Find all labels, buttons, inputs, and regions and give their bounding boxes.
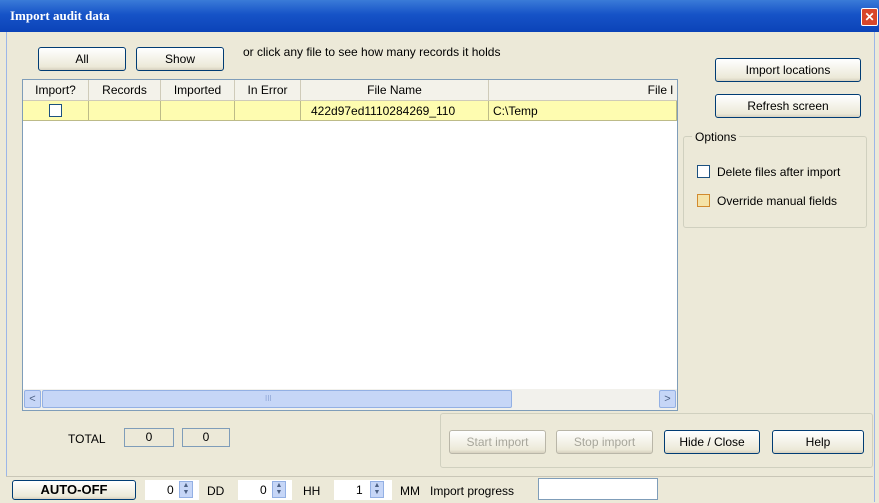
- files-grid[interactable]: Import? Records Imported In Error File N…: [22, 79, 678, 411]
- override-manual-checkbox[interactable]: [697, 194, 710, 207]
- override-manual-label[interactable]: Override manual fields: [717, 194, 837, 208]
- all-button[interactable]: All: [38, 47, 126, 71]
- minutes-stepper[interactable]: 1 ▲ ▼: [334, 480, 392, 500]
- refresh-screen-button[interactable]: Refresh screen: [715, 94, 861, 118]
- cell-import[interactable]: [23, 101, 89, 121]
- days-label: DD: [207, 484, 225, 498]
- hours-stepper-arrows-icon[interactable]: ▲ ▼: [272, 481, 286, 498]
- import-progress-bar: [538, 478, 658, 500]
- grid-header: Import? Records Imported In Error File N…: [23, 80, 677, 101]
- options-group: [683, 136, 867, 228]
- days-stepper-arrows-icon[interactable]: ▲ ▼: [179, 481, 193, 498]
- cell-file-location[interactable]: C:\Temp: [489, 101, 677, 121]
- auto-toggle-button[interactable]: AUTO-OFF: [12, 480, 136, 500]
- column-header-imported[interactable]: Imported: [161, 80, 235, 100]
- hours-stepper[interactable]: 0 ▲ ▼: [238, 480, 292, 500]
- start-import-button[interactable]: Start import: [449, 430, 546, 454]
- minutes-value[interactable]: 1: [356, 483, 363, 497]
- delete-files-label[interactable]: Delete files after import: [717, 165, 840, 179]
- stop-import-button[interactable]: Stop import: [556, 430, 653, 454]
- help-button[interactable]: Help: [772, 430, 864, 454]
- column-header-in-error[interactable]: In Error: [235, 80, 301, 100]
- options-legend: Options: [692, 130, 740, 144]
- total-imported-box: 0: [182, 428, 230, 447]
- days-stepper[interactable]: 0 ▲ ▼: [145, 480, 199, 500]
- show-button[interactable]: Show: [136, 47, 224, 71]
- scroll-thumb[interactable]: III: [42, 390, 512, 408]
- cell-in-error: [235, 101, 301, 121]
- horizontal-scrollbar[interactable]: < III >: [23, 389, 677, 410]
- cell-imported: [161, 101, 235, 121]
- table-row[interactable]: 422d97ed1110284269_110 C:\Temp: [23, 101, 677, 121]
- scroll-left-icon[interactable]: <: [24, 390, 41, 408]
- column-header-records[interactable]: Records: [89, 80, 161, 100]
- hide-close-button[interactable]: Hide / Close: [664, 430, 760, 454]
- close-icon[interactable]: ✕: [861, 8, 878, 26]
- scroll-grip-icon: III: [265, 394, 272, 403]
- import-checkbox[interactable]: [49, 104, 62, 117]
- column-header-file-name[interactable]: File Name: [301, 80, 489, 100]
- title-bar[interactable]: Import audit data ✕: [0, 0, 879, 32]
- import-progress-label: Import progress: [430, 484, 515, 498]
- hours-label: HH: [303, 484, 321, 498]
- hours-value[interactable]: 0: [260, 483, 267, 497]
- cell-records: [89, 101, 161, 121]
- minutes-stepper-arrows-icon[interactable]: ▲ ▼: [370, 481, 384, 498]
- column-header-import[interactable]: Import?: [23, 80, 89, 100]
- minutes-label: MM: [400, 484, 420, 498]
- scroll-right-icon[interactable]: >: [659, 390, 676, 408]
- total-records-box: 0: [124, 428, 174, 447]
- total-label: TOTAL: [68, 432, 106, 446]
- days-value[interactable]: 0: [167, 483, 174, 497]
- column-header-file-location[interactable]: File l: [489, 80, 677, 100]
- import-locations-button[interactable]: Import locations: [715, 58, 861, 82]
- delete-files-checkbox[interactable]: [697, 165, 710, 178]
- file-hint-text: or click any file to see how many record…: [243, 45, 501, 59]
- window-title: Import audit data: [10, 8, 110, 23]
- cell-file-name[interactable]: 422d97ed1110284269_110: [301, 101, 489, 121]
